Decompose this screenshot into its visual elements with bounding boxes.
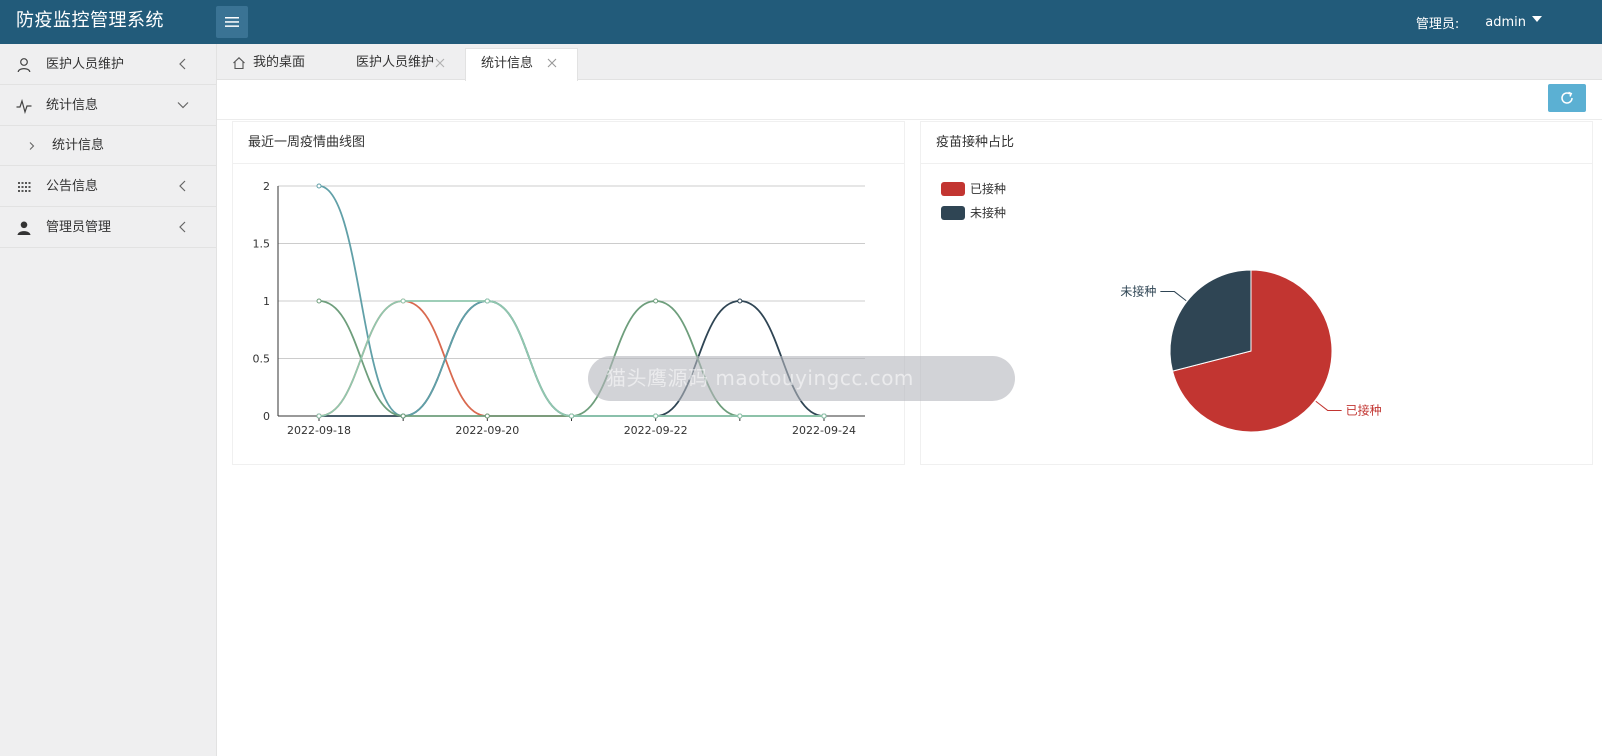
y-tick-label: 1 bbox=[263, 295, 270, 308]
sidebar-item-label: 医护人员维护 bbox=[46, 57, 125, 72]
sidebar: 医护人员维护 统计信息 统计信息 公告信息 管理员管理 bbox=[0, 44, 217, 756]
refresh-button[interactable] bbox=[1548, 84, 1586, 112]
caret-down-icon[interactable] bbox=[1532, 16, 1542, 22]
y-tick-label: 2 bbox=[263, 180, 270, 193]
data-point bbox=[821, 413, 827, 419]
y-tick-label: 1.5 bbox=[253, 238, 271, 251]
data-point bbox=[400, 413, 406, 419]
user-menu[interactable]: 管理员: admin bbox=[1416, 0, 1542, 44]
sidebar-item-medical-staff[interactable]: 医护人员维护 bbox=[0, 44, 216, 85]
watermark: 猫头鹰源码 maotouyingcc.com bbox=[588, 356, 1015, 401]
close-icon[interactable] bbox=[435, 58, 445, 68]
tab-label: 统计信息 bbox=[481, 56, 534, 71]
x-tick-label: 2022-09-20 bbox=[455, 424, 519, 437]
x-tick-label: 2022-09-18 bbox=[287, 424, 351, 437]
tab-label: 我的桌面 bbox=[253, 55, 306, 70]
pie-chart-card: 疫苗接种占比 已接种 未接种 已接种 未接种 bbox=[920, 121, 1593, 465]
card-title: 最近一周疫情曲线图 bbox=[233, 122, 904, 164]
x-tick-label: 2022-09-22 bbox=[624, 424, 688, 437]
line-chart: 0 0.5 1 1.5 2 2022-09-18 2022-09-20 2022-09-22 2… bbox=[253, 180, 865, 437]
menu-toggle-button[interactable] bbox=[216, 6, 248, 38]
label-leader-line bbox=[1315, 400, 1342, 411]
slice-label: 已接种 bbox=[1346, 402, 1382, 417]
data-point bbox=[316, 298, 322, 304]
chevron-right-icon bbox=[29, 142, 35, 150]
data-point bbox=[316, 413, 322, 419]
sidebar-item-statistics[interactable]: 统计信息 bbox=[0, 85, 216, 126]
refresh-icon bbox=[1561, 91, 1573, 104]
sidebar-item-announcements[interactable]: 公告信息 bbox=[0, 166, 216, 207]
top-bar: 防疫监控管理系统 管理员: admin bbox=[0, 0, 1602, 44]
data-point bbox=[569, 413, 574, 419]
x-tick-label: 2022-09-24 bbox=[792, 424, 856, 437]
data-point bbox=[400, 298, 406, 304]
hamburger-icon bbox=[225, 17, 239, 27]
sidebar-item-label: 管理员管理 bbox=[46, 220, 112, 235]
home-icon bbox=[233, 57, 245, 70]
card-title: 疫苗接种占比 bbox=[921, 122, 1592, 164]
chevron-left-icon bbox=[179, 58, 186, 70]
legend-swatch bbox=[941, 206, 965, 220]
grid-icon bbox=[18, 182, 31, 192]
close-icon[interactable] bbox=[547, 58, 557, 68]
tab-my-desktop[interactable]: 我的桌面 bbox=[217, 48, 333, 80]
legend-label: 已接种 bbox=[970, 181, 1006, 196]
sidebar-subitem-label: 统计信息 bbox=[52, 138, 105, 153]
role-label: 管理员: bbox=[1415, 16, 1460, 32]
y-tick-label: 0.5 bbox=[253, 353, 271, 366]
data-point bbox=[737, 413, 743, 419]
chevron-left-icon bbox=[179, 180, 186, 192]
toolbar bbox=[217, 80, 1602, 120]
sidebar-item-label: 统计信息 bbox=[46, 98, 99, 113]
chevron-left-icon bbox=[179, 221, 186, 233]
y-tick-label: 0 bbox=[263, 410, 270, 423]
label-leader-line bbox=[1160, 291, 1187, 302]
slice-label: 未接种 bbox=[1120, 284, 1156, 299]
data-point bbox=[737, 298, 743, 304]
pie-chart: 已接种未接种已接种未接种 bbox=[941, 181, 1382, 433]
line-chart-card: 最近一周疫情曲线图 0 0.5 1 1.5 2 2022-09-18 2022-09-20 2… bbox=[232, 121, 905, 465]
pulse-icon bbox=[16, 98, 32, 114]
legend-swatch bbox=[941, 182, 965, 196]
sidebar-item-admin-management[interactable]: 管理员管理 bbox=[0, 207, 216, 248]
user-solid-icon bbox=[17, 221, 31, 235]
legend-label: 未接种 bbox=[970, 205, 1006, 220]
sidebar-subitem-statistics[interactable]: 统计信息 bbox=[0, 126, 216, 166]
tab-label: 医护人员维护 bbox=[356, 55, 435, 70]
data-point bbox=[653, 413, 659, 419]
data-point bbox=[484, 413, 490, 419]
data-point bbox=[653, 298, 659, 304]
chevron-down-icon bbox=[177, 102, 189, 109]
tab-bar: 我的桌面 医护人员维护 统计信息 bbox=[217, 44, 1602, 81]
username[interactable]: admin bbox=[1485, 15, 1526, 30]
user-outline-icon bbox=[17, 58, 31, 73]
tab-statistics[interactable]: 统计信息 bbox=[465, 48, 578, 81]
data-point bbox=[316, 183, 322, 189]
app-title: 防疫监控管理系统 bbox=[16, 10, 164, 31]
sidebar-item-label: 公告信息 bbox=[46, 179, 99, 194]
data-point bbox=[484, 298, 490, 304]
